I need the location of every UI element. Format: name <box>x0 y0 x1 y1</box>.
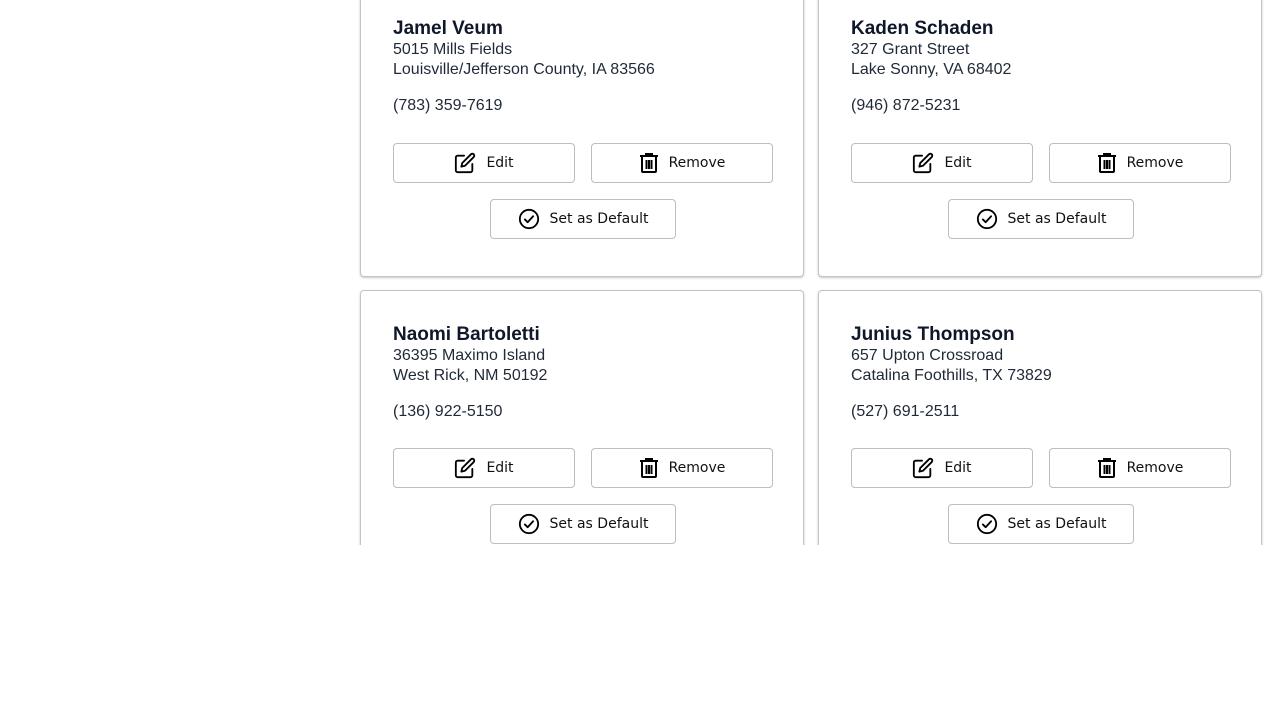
edit-button[interactable]: Edit <box>851 143 1033 183</box>
address-card: Naomi Bartoletti 36395 Maximo Island Wes… <box>360 290 804 545</box>
edit-icon <box>913 457 934 479</box>
check-circle-icon <box>976 208 997 230</box>
set-default-button-label: Set as Default <box>549 211 649 227</box>
address-phone: (783) 359-7619 <box>393 97 503 114</box>
address-phone: (136) 922-5150 <box>393 403 503 420</box>
address-city-line: Louisville/Jefferson County, IA 83566 <box>393 61 655 78</box>
remove-button-label: Remove <box>668 460 726 476</box>
address-street: 36395 Maximo Island <box>393 347 546 364</box>
address-name: Naomi Bartoletti <box>393 324 540 345</box>
set-default-button[interactable]: Set as Default <box>490 199 676 239</box>
check-circle-icon <box>976 513 997 535</box>
address-phone: (946) 872-5231 <box>851 97 961 114</box>
edit-icon <box>455 152 476 174</box>
edit-button-label: Edit <box>944 460 972 476</box>
edit-button-label: Edit <box>486 460 514 476</box>
set-default-button-label: Set as Default <box>1007 211 1107 227</box>
address-city-line: Catalina Foothills, TX 73829 <box>851 367 1052 384</box>
address-street: 5015 Mills Fields <box>393 41 513 58</box>
trash-icon <box>639 458 658 478</box>
edit-button[interactable]: Edit <box>393 448 575 488</box>
set-default-button-label: Set as Default <box>549 516 649 532</box>
address-card: Kaden Schaden 327 Grant Street Lake Sonn… <box>818 0 1262 277</box>
check-circle-icon <box>518 208 539 230</box>
address-name: Jamel Veum <box>393 18 503 39</box>
address-name: Junius Thompson <box>851 324 1015 345</box>
edit-button[interactable]: Edit <box>851 448 1033 488</box>
set-default-button[interactable]: Set as Default <box>490 504 676 544</box>
set-default-button-label: Set as Default <box>1007 516 1107 532</box>
address-phone: (527) 691-2511 <box>851 403 960 420</box>
address-city-line: Lake Sonny, VA 68402 <box>851 61 1012 78</box>
set-default-button[interactable]: Set as Default <box>948 199 1134 239</box>
trash-icon <box>1097 153 1116 173</box>
edit-icon <box>913 152 934 174</box>
address-city-line: West Rick, NM 50192 <box>393 367 548 384</box>
remove-button[interactable]: Remove <box>591 448 773 488</box>
remove-button[interactable]: Remove <box>591 143 773 183</box>
trash-icon <box>1097 458 1116 478</box>
remove-button-label: Remove <box>1126 460 1184 476</box>
address-card: Junius Thompson 657 Upton Crossroad Cata… <box>818 290 1262 545</box>
address-card: Jamel Veum 5015 Mills Fields Louisville/… <box>360 0 804 277</box>
remove-button[interactable]: Remove <box>1049 143 1231 183</box>
remove-button-label: Remove <box>1126 155 1184 171</box>
edit-button-label: Edit <box>486 155 514 171</box>
address-street: 327 Grant Street <box>851 41 970 58</box>
edit-icon <box>455 457 476 479</box>
edit-button-label: Edit <box>944 155 972 171</box>
address-list: Jamel Veum 5015 Mills Fields Louisville/… <box>0 0 1280 545</box>
address-name: Kaden Schaden <box>851 18 994 39</box>
address-street: 657 Upton Crossroad <box>851 347 1004 364</box>
set-default-button[interactable]: Set as Default <box>948 504 1134 544</box>
check-circle-icon <box>518 513 539 535</box>
trash-icon <box>639 153 658 173</box>
edit-button[interactable]: Edit <box>393 143 575 183</box>
remove-button[interactable]: Remove <box>1049 448 1231 488</box>
remove-button-label: Remove <box>668 155 726 171</box>
